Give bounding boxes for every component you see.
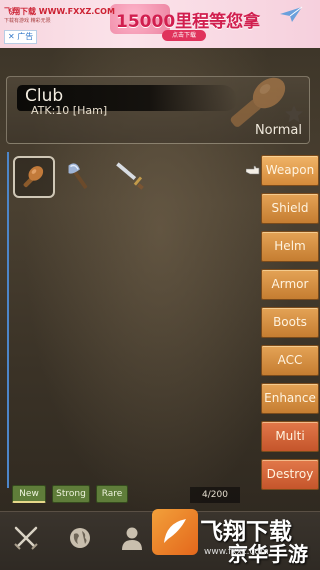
watermark-feather-icon: [164, 519, 186, 543]
ad-cta-button[interactable]: 点击下载: [162, 30, 206, 41]
inventory-slot-axe[interactable]: [59, 156, 101, 198]
sort-rare-button[interactable]: Rare: [96, 485, 128, 503]
inventory-count: 4/200: [190, 487, 240, 503]
inventory-slot-club[interactable]: [13, 156, 55, 198]
ad-close-button[interactable]: ✕ 广告: [4, 30, 38, 44]
battle-icon[interactable]: [12, 524, 40, 552]
pointer-hand-icon: [246, 165, 260, 175]
category-acc-button[interactable]: ACC: [261, 345, 319, 376]
category-armor-button[interactable]: Armor: [261, 269, 319, 300]
inventory-slot-sword[interactable]: [109, 156, 151, 198]
item-name: Club: [25, 86, 64, 106]
ad-site-name: 飞翔下载 WWW.FXXZ.COM: [4, 7, 115, 16]
category-destroy-button[interactable]: Destroy: [261, 459, 319, 490]
sword-icon: [116, 162, 144, 190]
sort-strong-button[interactable]: Strong: [52, 485, 90, 503]
axe-icon: [68, 163, 88, 189]
game-screen: Club ATK:10 [Ham] Normal Weapon Shield H…: [0, 48, 320, 569]
hero-icon[interactable]: [118, 524, 146, 552]
club-icon: [23, 166, 44, 188]
item-detail-card: Club ATK:10 [Ham] Normal: [6, 76, 310, 144]
plane-icon: [280, 6, 303, 22]
inventory-scroll-rail[interactable]: [7, 152, 9, 488]
watermark-line3: www.fxxz.com: [204, 547, 269, 557]
world-icon[interactable]: [66, 524, 94, 552]
ad-close-label: 广告: [17, 32, 34, 41]
watermark-logo: [152, 509, 198, 555]
item-rarity: Normal: [254, 123, 302, 138]
category-multi-button[interactable]: Multi: [261, 421, 319, 452]
item-stat: ATK:10 [Ham]: [31, 104, 108, 117]
sort-new-button[interactable]: New: [12, 485, 46, 503]
category-boots-button[interactable]: Boots: [261, 307, 319, 338]
category-weapon-button[interactable]: Weapon: [261, 155, 319, 186]
ad-headline: 15000里程等您拿: [116, 12, 261, 32]
category-shield-button[interactable]: Shield: [261, 193, 319, 224]
favorite-star-icon[interactable]: [284, 104, 304, 124]
category-enhance-button[interactable]: Enhance: [261, 383, 319, 414]
close-icon: ✕: [8, 32, 18, 41]
ad-banner[interactable]: 飞翔下载 WWW.FXXZ.COM 下载有游戏 精彩无限 15000里程等您拿 …: [0, 0, 320, 48]
category-helm-button[interactable]: Helm: [261, 231, 319, 262]
ad-site-subtitle: 下载有游戏 精彩无限: [4, 18, 51, 24]
